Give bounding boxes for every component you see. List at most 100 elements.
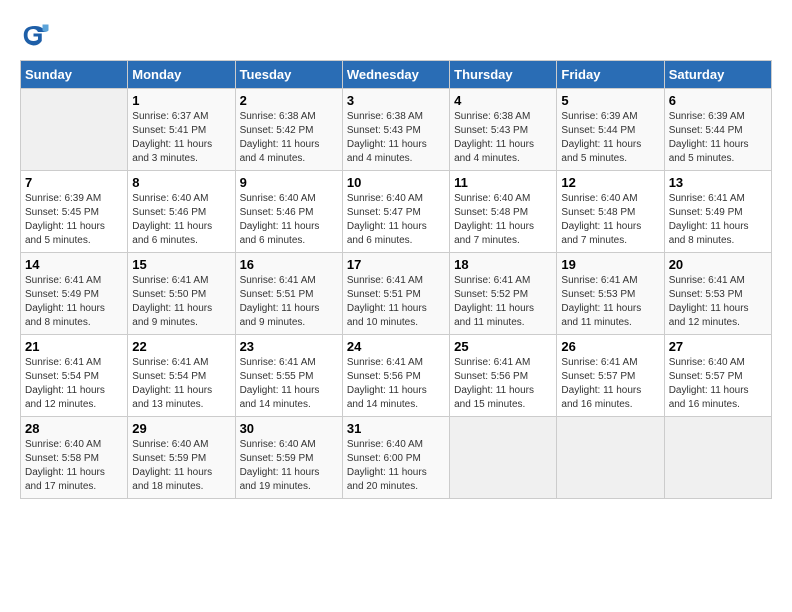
- daylight-text: Daylight: 11 hours and 13 minutes.: [132, 384, 230, 412]
- calendar-cell: 2Sunrise: 6:38 AMSunset: 5:42 PMDaylight…: [235, 89, 342, 171]
- day-number: 6: [669, 93, 767, 108]
- sunset-text: Sunset: 5:43 PM: [347, 124, 445, 138]
- day-info: Sunrise: 6:39 AMSunset: 5:45 PMDaylight:…: [25, 192, 123, 248]
- day-number: 1: [132, 93, 230, 108]
- day-info: Sunrise: 6:41 AMSunset: 5:52 PMDaylight:…: [454, 274, 552, 330]
- calendar-cell: 8Sunrise: 6:40 AMSunset: 5:46 PMDaylight…: [128, 171, 235, 253]
- day-number: 20: [669, 257, 767, 272]
- sunset-text: Sunset: 5:43 PM: [454, 124, 552, 138]
- calendar-cell: 19Sunrise: 6:41 AMSunset: 5:53 PMDayligh…: [557, 253, 664, 335]
- sunset-text: Sunset: 5:51 PM: [347, 288, 445, 302]
- day-number: 14: [25, 257, 123, 272]
- daylight-text: Daylight: 11 hours and 12 minutes.: [25, 384, 123, 412]
- sunrise-text: Sunrise: 6:41 AM: [240, 274, 338, 288]
- calendar-cell: 30Sunrise: 6:40 AMSunset: 5:59 PMDayligh…: [235, 417, 342, 499]
- day-number: 25: [454, 339, 552, 354]
- day-info: Sunrise: 6:41 AMSunset: 5:56 PMDaylight:…: [454, 356, 552, 412]
- column-header-tuesday: Tuesday: [235, 61, 342, 89]
- calendar-cell: [557, 417, 664, 499]
- daylight-text: Daylight: 11 hours and 8 minutes.: [669, 220, 767, 248]
- daylight-text: Daylight: 11 hours and 9 minutes.: [240, 302, 338, 330]
- sunset-text: Sunset: 5:57 PM: [561, 370, 659, 384]
- daylight-text: Daylight: 11 hours and 14 minutes.: [347, 384, 445, 412]
- calendar-cell: 15Sunrise: 6:41 AMSunset: 5:50 PMDayligh…: [128, 253, 235, 335]
- logo-icon: [20, 20, 50, 50]
- calendar-cell: 26Sunrise: 6:41 AMSunset: 5:57 PMDayligh…: [557, 335, 664, 417]
- daylight-text: Daylight: 11 hours and 3 minutes.: [132, 138, 230, 166]
- day-info: Sunrise: 6:41 AMSunset: 5:56 PMDaylight:…: [347, 356, 445, 412]
- day-info: Sunrise: 6:41 AMSunset: 5:55 PMDaylight:…: [240, 356, 338, 412]
- daylight-text: Daylight: 11 hours and 18 minutes.: [132, 466, 230, 494]
- calendar-cell: 24Sunrise: 6:41 AMSunset: 5:56 PMDayligh…: [342, 335, 449, 417]
- sunrise-text: Sunrise: 6:41 AM: [25, 274, 123, 288]
- daylight-text: Daylight: 11 hours and 10 minutes.: [347, 302, 445, 330]
- day-number: 16: [240, 257, 338, 272]
- sunset-text: Sunset: 5:57 PM: [669, 370, 767, 384]
- daylight-text: Daylight: 11 hours and 11 minutes.: [561, 302, 659, 330]
- day-number: 31: [347, 421, 445, 436]
- calendar-week-row: 28Sunrise: 6:40 AMSunset: 5:58 PMDayligh…: [21, 417, 772, 499]
- daylight-text: Daylight: 11 hours and 20 minutes.: [347, 466, 445, 494]
- day-number: 29: [132, 421, 230, 436]
- sunset-text: Sunset: 5:56 PM: [347, 370, 445, 384]
- page-header: [20, 20, 772, 50]
- day-info: Sunrise: 6:37 AMSunset: 5:41 PMDaylight:…: [132, 110, 230, 166]
- sunrise-text: Sunrise: 6:39 AM: [25, 192, 123, 206]
- day-info: Sunrise: 6:40 AMSunset: 6:00 PMDaylight:…: [347, 438, 445, 494]
- sunrise-text: Sunrise: 6:41 AM: [132, 356, 230, 370]
- calendar-week-row: 14Sunrise: 6:41 AMSunset: 5:49 PMDayligh…: [21, 253, 772, 335]
- daylight-text: Daylight: 11 hours and 15 minutes.: [454, 384, 552, 412]
- calendar-cell: 3Sunrise: 6:38 AMSunset: 5:43 PMDaylight…: [342, 89, 449, 171]
- sunrise-text: Sunrise: 6:38 AM: [240, 110, 338, 124]
- day-number: 12: [561, 175, 659, 190]
- sunrise-text: Sunrise: 6:40 AM: [25, 438, 123, 452]
- day-info: Sunrise: 6:39 AMSunset: 5:44 PMDaylight:…: [561, 110, 659, 166]
- daylight-text: Daylight: 11 hours and 4 minutes.: [454, 138, 552, 166]
- calendar-week-row: 21Sunrise: 6:41 AMSunset: 5:54 PMDayligh…: [21, 335, 772, 417]
- daylight-text: Daylight: 11 hours and 9 minutes.: [132, 302, 230, 330]
- sunset-text: Sunset: 5:44 PM: [669, 124, 767, 138]
- day-info: Sunrise: 6:41 AMSunset: 5:57 PMDaylight:…: [561, 356, 659, 412]
- calendar-cell: 9Sunrise: 6:40 AMSunset: 5:46 PMDaylight…: [235, 171, 342, 253]
- logo: [20, 20, 54, 50]
- sunset-text: Sunset: 5:45 PM: [25, 206, 123, 220]
- daylight-text: Daylight: 11 hours and 4 minutes.: [347, 138, 445, 166]
- calendar-cell: 23Sunrise: 6:41 AMSunset: 5:55 PMDayligh…: [235, 335, 342, 417]
- sunset-text: Sunset: 5:46 PM: [240, 206, 338, 220]
- sunset-text: Sunset: 5:55 PM: [240, 370, 338, 384]
- sunrise-text: Sunrise: 6:41 AM: [561, 274, 659, 288]
- sunset-text: Sunset: 5:49 PM: [25, 288, 123, 302]
- sunrise-text: Sunrise: 6:41 AM: [669, 192, 767, 206]
- daylight-text: Daylight: 11 hours and 5 minutes.: [561, 138, 659, 166]
- day-number: 11: [454, 175, 552, 190]
- column-header-saturday: Saturday: [664, 61, 771, 89]
- day-info: Sunrise: 6:41 AMSunset: 5:51 PMDaylight:…: [347, 274, 445, 330]
- calendar-cell: [21, 89, 128, 171]
- calendar-cell: 12Sunrise: 6:40 AMSunset: 5:48 PMDayligh…: [557, 171, 664, 253]
- sunrise-text: Sunrise: 6:41 AM: [347, 356, 445, 370]
- day-info: Sunrise: 6:41 AMSunset: 5:49 PMDaylight:…: [669, 192, 767, 248]
- calendar-cell: 21Sunrise: 6:41 AMSunset: 5:54 PMDayligh…: [21, 335, 128, 417]
- sunset-text: Sunset: 6:00 PM: [347, 452, 445, 466]
- day-number: 9: [240, 175, 338, 190]
- calendar-week-row: 1 Sunrise: 6:37 AMSunset: 5:41 PMDaylight…: [21, 89, 772, 171]
- calendar-cell: [450, 417, 557, 499]
- sunrise-text: Sunrise: 6:40 AM: [454, 192, 552, 206]
- day-number: 2: [240, 93, 338, 108]
- day-number: 28: [25, 421, 123, 436]
- sunset-text: Sunset: 5:56 PM: [454, 370, 552, 384]
- sunrise-text: Sunrise: 6:41 AM: [669, 274, 767, 288]
- sunset-text: Sunset: 5:53 PM: [561, 288, 659, 302]
- sunrise-text: Sunrise: 6:41 AM: [132, 274, 230, 288]
- calendar-header-row: SundayMondayTuesdayWednesdayThursdayFrid…: [21, 61, 772, 89]
- sunrise-text: Sunrise: 6:39 AM: [561, 110, 659, 124]
- sunrise-text: Sunrise: 6:38 AM: [347, 110, 445, 124]
- sunset-text: Sunset: 5:41 PM: [132, 124, 230, 138]
- day-info: Sunrise: 6:38 AMSunset: 5:43 PMDaylight:…: [347, 110, 445, 166]
- daylight-text: Daylight: 11 hours and 11 minutes.: [454, 302, 552, 330]
- sunset-text: Sunset: 5:48 PM: [561, 206, 659, 220]
- day-info: Sunrise: 6:41 AMSunset: 5:53 PMDaylight:…: [561, 274, 659, 330]
- calendar-table: SundayMondayTuesdayWednesdayThursdayFrid…: [20, 60, 772, 499]
- sunrise-text: Sunrise: 6:40 AM: [240, 192, 338, 206]
- column-header-friday: Friday: [557, 61, 664, 89]
